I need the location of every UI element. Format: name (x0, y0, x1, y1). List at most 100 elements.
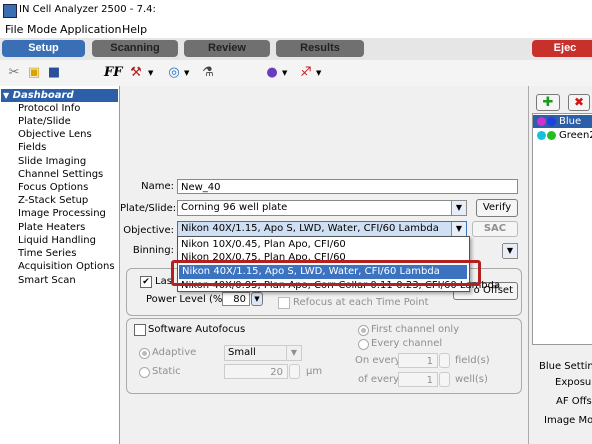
channel-name: Green2 (559, 130, 592, 141)
chevron-down-icon[interactable]: ▼ (316, 69, 321, 77)
add-channel-button[interactable]: ✚ (536, 94, 560, 111)
verify-button[interactable]: Verify (476, 199, 518, 217)
sac-button[interactable]: SAC (472, 221, 518, 237)
sidebar-item-time-series[interactable]: Time Series (18, 248, 76, 259)
on-every-spinner[interactable] (439, 353, 450, 368)
close-icon: ✖ (573, 95, 585, 109)
exposure-label: Exposure (555, 377, 592, 388)
target-icon[interactable]: ◎ (166, 65, 182, 81)
plate-slide-select[interactable]: Corning 96 well plate ▼ (177, 200, 467, 216)
sidebar-header[interactable]: ▼ Dashboard (1, 89, 118, 102)
static-label: Static (152, 366, 181, 377)
menu-file[interactable]: File (5, 23, 23, 36)
sidebar-header-label: Dashboard (12, 90, 74, 101)
sidebar-item-protocol-info[interactable]: Protocol Info (18, 103, 80, 114)
static-spinner[interactable] (289, 364, 300, 379)
objective-select[interactable]: Nikon 40X/1.15, Apo S, LWD, Water, CFI/6… (177, 221, 467, 237)
plate-slide-value: Corning 96 well plate (181, 202, 288, 213)
name-input[interactable]: New_40 (177, 179, 518, 194)
save-icon[interactable]: ■ (46, 65, 62, 81)
channel-color-swatch (537, 131, 546, 140)
thermometer-icon[interactable]: ♐ (298, 65, 314, 81)
af-offset-label: AF Offset (556, 396, 592, 407)
of-every-input[interactable]: 1 (398, 372, 438, 387)
chevron-down-icon: ▼ (451, 222, 466, 236)
power-level-spinner[interactable]: ▼ (251, 292, 263, 306)
sidebar-item-acquisition-options[interactable]: Acquisition Options (18, 261, 115, 272)
channel-item-green2[interactable]: Green2 (533, 129, 592, 142)
objective-option-10x[interactable]: Nikon 10X/0.45, Plan Apo, CFI/60 (181, 239, 346, 250)
software-autofocus-checkbox[interactable] (134, 324, 146, 336)
software-autofocus-label: Software Autofocus (148, 324, 246, 335)
static-input[interactable]: 20 (224, 364, 288, 379)
drop-icon[interactable]: ● (264, 65, 280, 81)
chevron-down-icon: ▼ (286, 346, 301, 360)
binning-select[interactable]: ▼ (502, 243, 518, 259)
static-unit: µm (306, 366, 323, 377)
sidebar-item-focus-options[interactable]: Focus Options (18, 182, 88, 193)
fonts-icon[interactable]: FF (104, 65, 122, 81)
adaptive-radio[interactable] (139, 348, 150, 359)
sidebar-item-plate-slide[interactable]: Plate/Slide (18, 116, 71, 127)
sidebar-item-fields[interactable]: Fields (18, 142, 46, 153)
open-folder-icon[interactable]: ▣ (26, 65, 42, 81)
menu-mode[interactable]: Mode (27, 23, 57, 36)
objective-value: Nikon 40X/1.15, Apo S, LWD, Water, CFI/6… (181, 223, 439, 234)
laser-autofocus-checkbox[interactable]: ✔ (140, 276, 152, 288)
toolbar: ✂ ▣ ■ FF ⚒ ▼ ◎ ▼ ⚗ ● ▼ ♐ ▼ (0, 60, 592, 87)
sidebar-item-smart-scan[interactable]: Smart Scan (18, 275, 76, 286)
first-channel-label: First channel only (371, 324, 460, 335)
adaptive-select[interactable]: Small ▼ (224, 345, 302, 361)
of-every-spinner[interactable] (439, 372, 450, 387)
tab-eject[interactable]: Ejec (532, 40, 592, 57)
collapse-arrow-icon: ▼ (3, 91, 10, 100)
on-every-input[interactable]: 1 (398, 353, 438, 368)
menu-bar: File Mode Application Help (0, 20, 592, 38)
tab-review[interactable]: Review (184, 40, 270, 57)
power-level-label: Power Level (%): (146, 294, 230, 305)
remove-channel-button[interactable]: ✖ (568, 94, 590, 111)
title-bar: IN Cell Analyzer 2500 - 7.4: (0, 0, 592, 21)
channel-color-swatch (537, 117, 546, 126)
of-every-unit: well(s) (455, 374, 488, 385)
sidebar-item-image-processing[interactable]: Image Processing (18, 208, 106, 219)
refocus-checkbox[interactable] (278, 297, 290, 309)
chevron-down-icon: ▼ (502, 244, 517, 258)
sidebar-item-liquid-handling[interactable]: Liquid Handling (18, 235, 96, 246)
new-file-icon[interactable]: ✂ (6, 65, 22, 81)
static-radio[interactable] (139, 367, 150, 378)
sidebar-item-z-stack-setup[interactable]: Z-Stack Setup (18, 195, 88, 206)
chevron-down-icon[interactable]: ▼ (282, 69, 287, 77)
chevron-down-icon[interactable]: ▼ (184, 69, 189, 77)
selection-highlight (171, 260, 481, 286)
tab-setup[interactable]: Setup (2, 40, 85, 57)
adaptive-label: Adaptive (152, 347, 197, 358)
of-every-label: of every (358, 374, 400, 385)
tools-icon[interactable]: ⚒ (128, 65, 144, 81)
sidebar-item-objective-lens[interactable]: Objective Lens (18, 129, 92, 140)
channel-item-blue[interactable]: Blue (533, 115, 592, 128)
flask-icon[interactable]: ⚗ (200, 65, 216, 81)
power-level-input[interactable]: 80 (222, 292, 250, 306)
image-mode-label: Image Mode (544, 415, 592, 426)
on-every-unit: field(s) (455, 355, 490, 366)
sidebar-item-plate-heaters[interactable]: Plate Heaters (18, 222, 85, 233)
sidebar-item-channel-settings[interactable]: Channel Settings (18, 169, 103, 180)
every-channel-radio[interactable] (358, 339, 369, 350)
laser-autofocus-label: Las (155, 276, 172, 287)
menu-application[interactable]: Application (60, 23, 121, 36)
tab-scanning[interactable]: Scanning (92, 40, 178, 57)
channel-list (532, 113, 592, 345)
channel-color-swatch (547, 131, 556, 140)
plate-slide-label: Plate/Slide: (120, 203, 177, 214)
first-channel-radio[interactable] (358, 325, 369, 336)
chevron-down-icon[interactable]: ▼ (148, 69, 153, 77)
binning-label: Binning: (132, 245, 174, 256)
channel-name: Blue (559, 116, 582, 127)
on-every-label: On every (355, 355, 401, 366)
app-icon (3, 4, 17, 18)
sidebar-item-slide-imaging[interactable]: Slide Imaging (18, 156, 86, 167)
tab-results[interactable]: Results (276, 40, 364, 57)
channel-color-swatch (547, 117, 556, 126)
menu-help[interactable]: Help (122, 23, 147, 36)
